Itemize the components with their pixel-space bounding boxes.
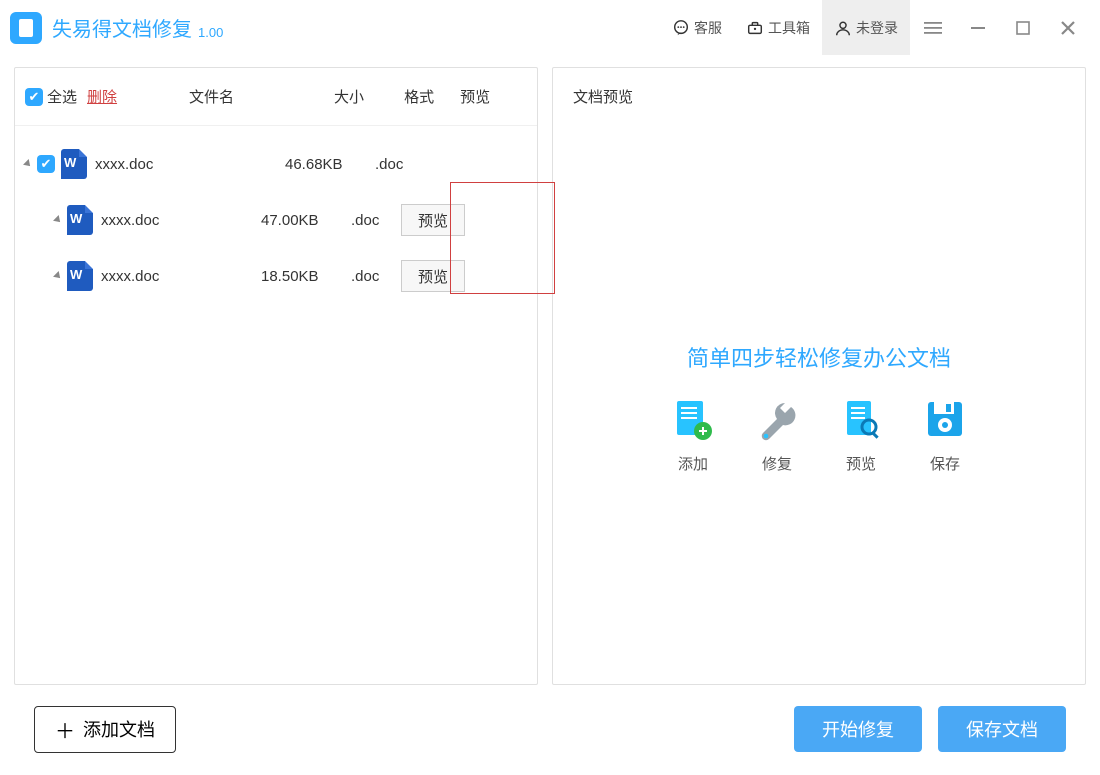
row-checkbox[interactable]: ✔ [37,155,55,173]
file-size: 18.50KB [261,268,351,285]
repair-step-icon [755,397,799,441]
step-label: 修复 [762,453,792,474]
file-list: ✔ xxxx.doc 46.68KB .doc xxxx.doc 47.00KB… [15,126,537,304]
plus-icon: ＋ [55,715,75,744]
file-name: xxxx.doc [101,212,261,229]
steps-row: 添加 修复 预览 保存 [671,397,967,474]
preview-step-icon [839,397,883,441]
file-row[interactable]: xxxx.doc 47.00KB .doc 预览 [15,192,537,248]
close-icon [1059,19,1077,37]
preview-button[interactable]: 预览 [401,204,465,236]
chat-icon [672,19,690,37]
add-step-icon [671,397,715,441]
user-icon [834,19,852,37]
file-name: xxxx.doc [95,156,285,173]
minimize-icon [969,19,987,37]
file-list-header: ✔ 全选 删除 文件名 大小 格式 预览 [15,68,537,126]
toolbox-button[interactable]: 工具箱 [734,0,822,55]
menu-icon [924,19,942,37]
save-document-button[interactable]: 保存文档 [938,706,1066,752]
step-add: 添加 [671,397,715,474]
column-filename: 文件名 [189,86,234,107]
maximize-button[interactable] [1000,19,1045,37]
delete-link[interactable]: 删除 [87,86,117,107]
step-preview: 预览 [839,397,883,474]
column-preview: 预览 [460,86,490,107]
select-all-checkbox[interactable]: ✔ 全选 [25,86,77,107]
step-repair: 修复 [755,397,799,474]
column-size: 大小 [334,86,364,107]
add-document-button[interactable]: ＋ 添加文档 [34,706,176,753]
toolbox-icon [746,19,764,37]
customer-service-button[interactable]: 客服 [660,0,734,55]
login-label: 未登录 [856,18,898,38]
preview-panel: 文档预览 简单四步轻松修复办公文档 添加 修复 [552,67,1086,685]
preview-slogan: 简单四步轻松修复办公文档 [687,341,951,373]
file-list-panel: ✔ 全选 删除 文件名 大小 格式 预览 ✔ xxxx.doc 46.68KB … [14,67,538,685]
file-size: 47.00KB [261,212,351,229]
checkbox-icon: ✔ [25,88,43,106]
step-label: 保存 [930,453,960,474]
minimize-button[interactable] [955,19,1000,37]
step-save: 保存 [923,397,967,474]
expand-icon[interactable] [53,215,63,225]
expand-icon[interactable] [53,271,63,281]
file-ext: .doc [351,212,401,229]
word-icon [67,205,93,235]
login-button[interactable]: 未登录 [822,0,910,55]
app-logo-icon [10,12,42,44]
file-ext: .doc [375,156,425,173]
file-size: 46.68KB [285,156,375,173]
word-icon [67,261,93,291]
app-version: 1.00 [198,25,223,40]
menu-button[interactable] [910,19,955,37]
step-label: 添加 [678,453,708,474]
word-icon [61,149,87,179]
start-repair-button[interactable]: 开始修复 [794,706,922,752]
file-name: xxxx.doc [101,268,261,285]
footer: ＋ 添加文档 开始修复 保存文档 [0,695,1100,763]
file-row[interactable]: xxxx.doc 18.50KB .doc 预览 [15,248,537,304]
step-label: 预览 [846,453,876,474]
app-title: 失易得文档修复 [52,13,192,42]
select-all-label: 全选 [47,86,77,107]
file-row[interactable]: ✔ xxxx.doc 46.68KB .doc [15,136,537,192]
preview-title: 文档预览 [553,68,1085,126]
title-bar: 失易得文档修复 1.00 客服 工具箱 未登录 [0,0,1100,55]
expand-icon[interactable] [23,159,33,169]
file-ext: .doc [351,268,401,285]
save-step-icon [923,397,967,441]
preview-button[interactable]: 预览 [401,260,465,292]
column-format: 格式 [404,86,434,107]
add-document-label: 添加文档 [83,716,155,742]
customer-service-label: 客服 [694,18,722,38]
toolbox-label: 工具箱 [768,18,810,38]
maximize-icon [1014,19,1032,37]
close-button[interactable] [1045,19,1090,37]
